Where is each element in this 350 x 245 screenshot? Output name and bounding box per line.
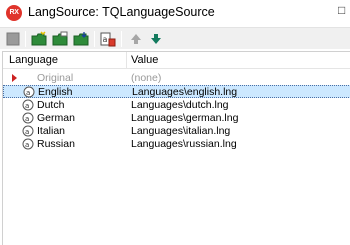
language-name: Russian [37,138,75,150]
language-value: Languages\russian.lng [131,138,237,150]
toolbar-separator [25,31,26,47]
language-name: German [37,112,75,124]
folder-save-icon [73,32,89,46]
language-list[interactable]: Language Value Original (none) a English… [2,51,350,245]
svg-text:a: a [25,128,29,136]
language-name: Dutch [37,99,65,111]
toolbar-separator [121,31,122,47]
save-folder-button[interactable] [73,31,89,47]
toolbar: a [0,27,350,49]
language-value: Languages\german.lng [131,112,239,124]
move-down-button[interactable] [148,31,164,47]
app-logo-icon: RX [6,5,22,21]
svg-text:a: a [26,89,30,97]
language-button[interactable]: a [100,31,116,47]
move-up-button[interactable] [128,31,144,47]
language-file-icon: a [22,138,34,150]
title-bar: RX LangSource: TQLanguageSource □ [0,0,350,27]
arrow-up-icon [131,34,141,44]
folder-new-icon [31,31,47,46]
list-item-italian[interactable]: a Italian Languages\italian.lng [3,125,350,138]
svg-text:a: a [25,115,29,123]
folder-open-icon [52,31,68,46]
language-value: Languages\dutch.lng [131,99,229,111]
list-item-german[interactable]: a German Languages\german.lng [3,112,350,125]
svg-text:a: a [25,102,29,110]
svg-text:a: a [25,141,29,149]
language-file-icon: a [22,99,34,111]
language-name: Original [37,72,74,84]
column-divider[interactable] [126,52,127,69]
list-item-english[interactable]: a English Languages\english.lng [3,85,350,98]
language-name: Italian [37,125,66,137]
list-item-russian[interactable]: a Russian Languages\russian.lng [3,138,350,151]
language-value: Languages\english.lng [132,86,238,98]
list-item-dutch[interactable]: a Dutch Languages\dutch.lng [3,99,350,112]
language-value: Languages\italian.lng [131,125,231,137]
window-title: LangSource: TQLanguageSource [28,5,215,19]
current-row-arrow-icon [12,74,17,82]
toolbar-separator [94,31,95,47]
language-file-icon: a [23,86,35,98]
column-header-language[interactable]: Language [9,54,58,66]
stop-button[interactable] [5,31,21,47]
svg-text:a: a [103,35,108,44]
column-header-value[interactable]: Value [131,54,158,66]
list-header: Language Value [3,52,350,69]
stop-square-icon [6,32,20,46]
open-folder-button[interactable] [52,31,68,47]
language-value: (none) [131,72,162,84]
new-folder-button[interactable] [31,31,47,47]
list-item-original[interactable]: Original (none) [3,72,350,85]
maximize-button[interactable]: □ [338,3,350,21]
language-file-icon: a [22,112,34,124]
translate-icon: a [100,32,116,47]
language-file-icon: a [22,125,34,137]
language-name: English [38,86,73,98]
arrow-down-icon [151,34,161,44]
